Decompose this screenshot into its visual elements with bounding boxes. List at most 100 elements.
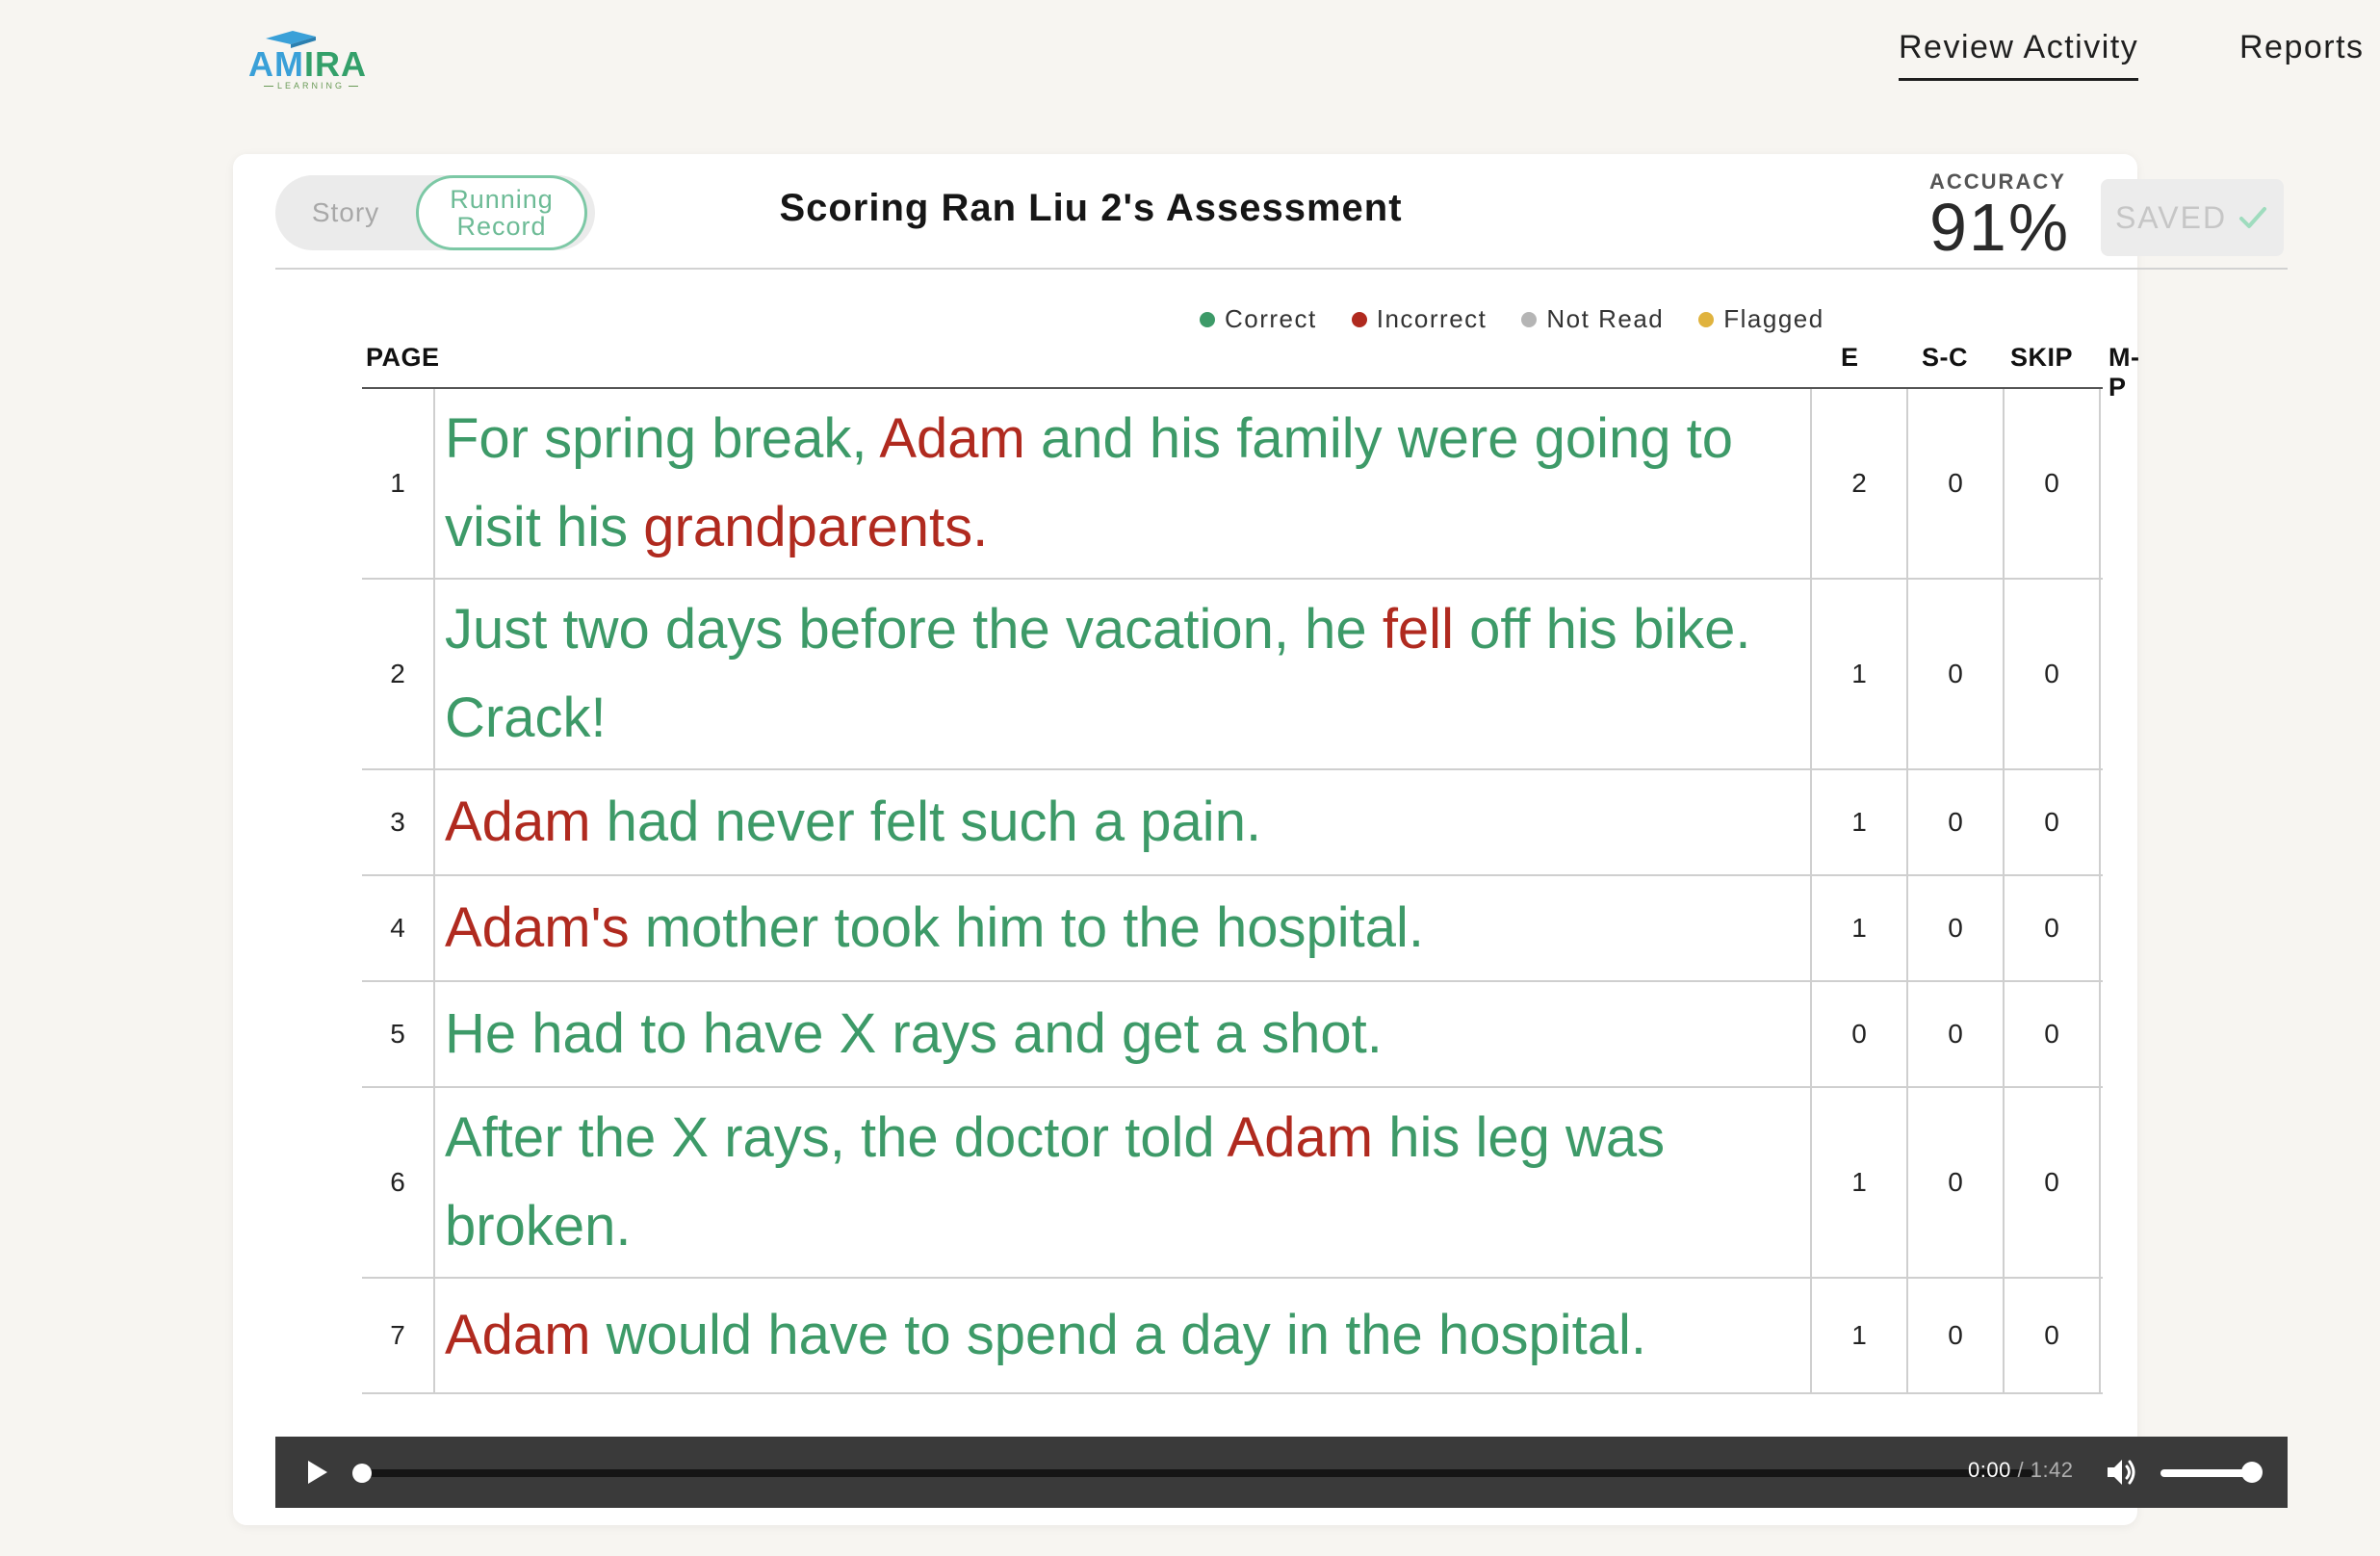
word-correct[interactable]: his	[1546, 598, 1617, 661]
volume-slider[interactable]	[2160, 1469, 2253, 1477]
word-incorrect[interactable]: fell	[1383, 598, 1454, 661]
score-sc[interactable]: 0	[1908, 1088, 2005, 1277]
word-correct[interactable]: shot.	[1261, 1002, 1383, 1065]
word-correct[interactable]: in	[1286, 1304, 1330, 1366]
word-incorrect[interactable]: grandparents.	[643, 496, 988, 558]
word-correct[interactable]: break,	[711, 407, 867, 470]
word-correct[interactable]: a	[1094, 791, 1125, 853]
word-correct[interactable]: rays	[892, 1002, 997, 1065]
score-e[interactable]: 1	[1812, 1279, 1908, 1392]
score-e[interactable]: 2	[1812, 389, 1908, 578]
word-correct[interactable]: bike.	[1633, 598, 1751, 661]
word-correct[interactable]: him	[955, 896, 1045, 959]
score-e[interactable]: 1	[1812, 1088, 1908, 1277]
word-correct[interactable]: have	[703, 1002, 824, 1065]
word-correct[interactable]: to	[904, 1304, 950, 1366]
score-skip[interactable]: 0	[2005, 1088, 2101, 1277]
word-correct[interactable]: to	[1687, 407, 1733, 470]
word-correct[interactable]: the	[861, 1106, 939, 1169]
word-correct[interactable]: to	[640, 1002, 686, 1065]
word-correct[interactable]: day	[1180, 1304, 1271, 1366]
word-correct[interactable]: before	[799, 598, 957, 661]
word-correct[interactable]: would	[607, 1304, 753, 1366]
word-correct[interactable]: never	[715, 791, 855, 853]
score-skip[interactable]: 0	[2005, 1279, 2101, 1392]
volume-thumb[interactable]	[2241, 1462, 2263, 1483]
saved-button[interactable]: SAVED	[2101, 179, 2284, 256]
word-correct[interactable]: For	[445, 407, 529, 470]
score-mp[interactable]: 0	[2101, 876, 2103, 980]
view-toggle[interactable]: Story Running Record	[275, 175, 595, 250]
word-correct[interactable]: was	[1565, 1106, 1665, 1169]
audio-seek-bar[interactable]	[352, 1464, 2033, 1483]
score-e[interactable]: 1	[1812, 580, 1908, 768]
amira-logo[interactable]: AMIRA LEARNING	[248, 29, 374, 91]
word-correct[interactable]: the	[1123, 896, 1201, 959]
word-incorrect[interactable]: Adam	[1228, 1106, 1374, 1169]
word-correct[interactable]: spend	[967, 1304, 1119, 1366]
word-correct[interactable]: broken.	[445, 1195, 631, 1258]
score-sc[interactable]: 0	[1908, 580, 2005, 768]
score-mp[interactable]: 0	[2101, 1279, 2103, 1392]
score-sc[interactable]: 0	[1908, 770, 2005, 874]
play-icon[interactable]	[302, 1458, 331, 1487]
word-correct[interactable]: vacation,	[1066, 598, 1289, 661]
nav-reports[interactable]: Reports	[2239, 29, 2365, 78]
score-mp[interactable]: 0	[2101, 389, 2103, 578]
score-sc[interactable]: 0	[1908, 876, 2005, 980]
toggle-running-record[interactable]: Running Record	[416, 175, 587, 250]
word-correct[interactable]: X	[671, 1106, 709, 1169]
score-e[interactable]: 1	[1812, 876, 1908, 980]
word-correct[interactable]: Just	[445, 598, 547, 661]
nav-review-activity[interactable]: Review Activity	[1899, 29, 2139, 81]
score-mp[interactable]: 0	[2101, 580, 2103, 768]
word-correct[interactable]: rays,	[724, 1106, 845, 1169]
word-correct[interactable]: going	[1535, 407, 1671, 470]
word-correct[interactable]: doctor	[954, 1106, 1109, 1169]
word-correct[interactable]: visit	[445, 496, 541, 558]
word-correct[interactable]: spring	[544, 407, 696, 470]
score-sc[interactable]: 0	[1908, 1279, 2005, 1392]
word-correct[interactable]: he	[1305, 598, 1367, 661]
word-correct[interactable]: took	[834, 896, 940, 959]
score-skip[interactable]: 0	[2005, 876, 2101, 980]
score-skip[interactable]: 0	[2005, 389, 2101, 578]
audio-seek-thumb[interactable]	[352, 1464, 372, 1483]
word-correct[interactable]: a	[1134, 1304, 1165, 1366]
word-correct[interactable]: hospital.	[1438, 1304, 1646, 1366]
word-correct[interactable]: get	[1122, 1002, 1200, 1065]
word-correct[interactable]: had	[531, 1002, 625, 1065]
word-correct[interactable]: told	[1125, 1106, 1215, 1169]
word-correct[interactable]: felt	[870, 791, 944, 853]
word-correct[interactable]: had	[607, 791, 700, 853]
word-correct[interactable]: his	[1388, 1106, 1460, 1169]
word-correct[interactable]: such	[960, 791, 1078, 853]
word-correct[interactable]: and	[1041, 407, 1134, 470]
word-correct[interactable]: two	[563, 598, 650, 661]
volume-icon[interactable]	[2105, 1456, 2139, 1489]
word-incorrect[interactable]: Adam	[879, 407, 1025, 470]
toggle-story[interactable]: Story	[275, 175, 416, 250]
word-correct[interactable]: the	[1345, 1304, 1423, 1366]
word-correct[interactable]: pain.	[1140, 791, 1261, 853]
score-skip[interactable]: 0	[2005, 580, 2101, 768]
word-correct[interactable]: off	[1469, 598, 1530, 661]
word-correct[interactable]: the	[579, 1106, 657, 1169]
word-correct[interactable]: After	[445, 1106, 563, 1169]
word-incorrect[interactable]: Adam	[445, 1304, 591, 1366]
word-correct[interactable]: and	[1013, 1002, 1106, 1065]
score-skip[interactable]: 0	[2005, 982, 2101, 1086]
word-correct[interactable]: X	[840, 1002, 877, 1065]
score-sc[interactable]: 0	[1908, 982, 2005, 1086]
word-correct[interactable]: family	[1236, 407, 1382, 470]
word-correct[interactable]: have	[767, 1304, 889, 1366]
score-sc[interactable]: 0	[1908, 389, 2005, 578]
word-correct[interactable]: his	[556, 496, 628, 558]
score-skip[interactable]: 0	[2005, 770, 2101, 874]
score-mp[interactable]: 0	[2101, 982, 2103, 1086]
word-correct[interactable]: were	[1398, 407, 1519, 470]
word-correct[interactable]: to	[1061, 896, 1107, 959]
word-correct[interactable]: hospital.	[1216, 896, 1424, 959]
word-correct[interactable]: his	[1150, 407, 1221, 470]
word-correct[interactable]: mother	[645, 896, 819, 959]
